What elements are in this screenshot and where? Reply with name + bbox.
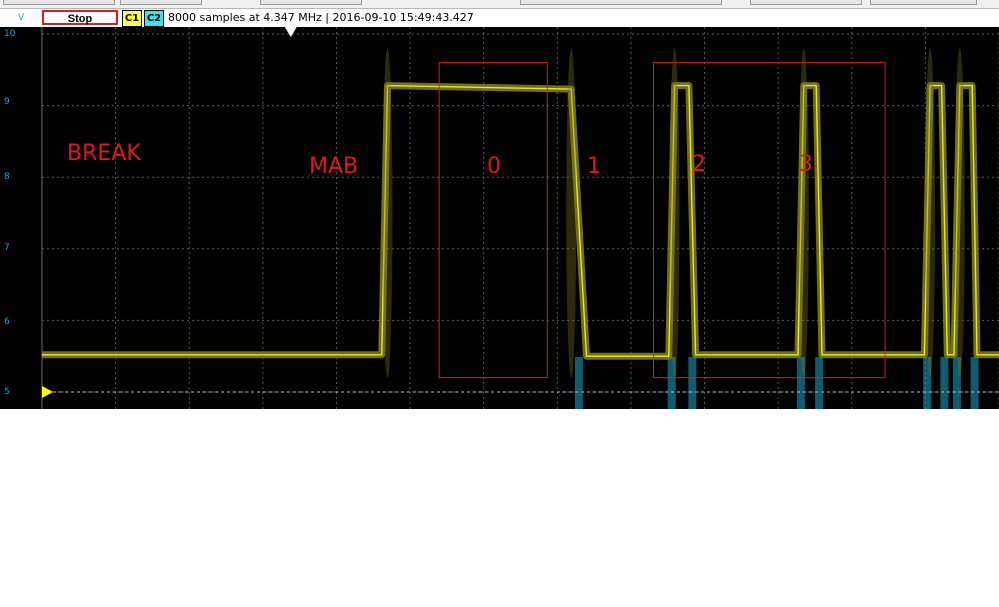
trigger-marker: [284, 27, 297, 37]
channel2-trace-mark: [815, 357, 824, 409]
annotation-box: [438, 62, 548, 379]
trace-glow: [42, 82, 999, 360]
toolbar-control[interactable]: [260, 0, 362, 5]
annotation-slot-1: 1: [587, 154, 601, 179]
series-line-c1: [42, 84, 999, 357]
y-axis-unit: V: [18, 13, 25, 23]
channel2-trace-mark: [574, 357, 583, 409]
annotation-slot-3: 3: [799, 152, 813, 177]
toolbar-control[interactable]: [120, 0, 202, 5]
y-tick-label: 9: [4, 97, 10, 107]
capture-info: 8000 samples at 4.347 MHz | 2016-09-10 1…: [168, 11, 474, 24]
ground-level-marker: [42, 386, 53, 398]
y-tick-label: 6: [4, 317, 10, 327]
annotation-slot-2: 2: [692, 152, 706, 177]
toolbar-control[interactable]: [520, 0, 722, 5]
waveform-chart: [41, 27, 999, 409]
y-tick-label: 8: [4, 172, 10, 182]
channel1-toggle[interactable]: C1: [122, 10, 142, 27]
top-toolbar-strip: [0, 0, 999, 9]
annotation-mab: MAB: [309, 154, 359, 179]
toolbar-control[interactable]: [3, 0, 115, 5]
y-tick-label: 5: [4, 387, 10, 397]
toolbar-control[interactable]: [870, 0, 977, 5]
transition-glow: [382, 48, 393, 378]
channel2-toggle[interactable]: C2: [144, 10, 164, 27]
channel2-trace-mark: [970, 357, 979, 409]
y-tick-label: 7: [4, 243, 10, 253]
transition-glow: [566, 48, 577, 378]
channel2-trace-mark: [688, 357, 697, 409]
transition-glow: [798, 48, 809, 378]
y-tick-label: 10: [4, 29, 16, 39]
annotation-slot-0: 0: [487, 154, 501, 179]
oscilloscope-plot[interactable]: 10 9 8 7 6 5 BREAK MAB 0 1 2 3: [0, 27, 999, 409]
annotation-break: BREAK: [67, 141, 141, 166]
transition-glow: [954, 48, 965, 378]
transition-glow: [925, 48, 936, 378]
channel2-trace-mark: [940, 357, 949, 409]
transition-glow: [669, 48, 680, 378]
stop-button[interactable]: Stop: [42, 10, 118, 25]
toolbar-control[interactable]: [750, 0, 862, 5]
